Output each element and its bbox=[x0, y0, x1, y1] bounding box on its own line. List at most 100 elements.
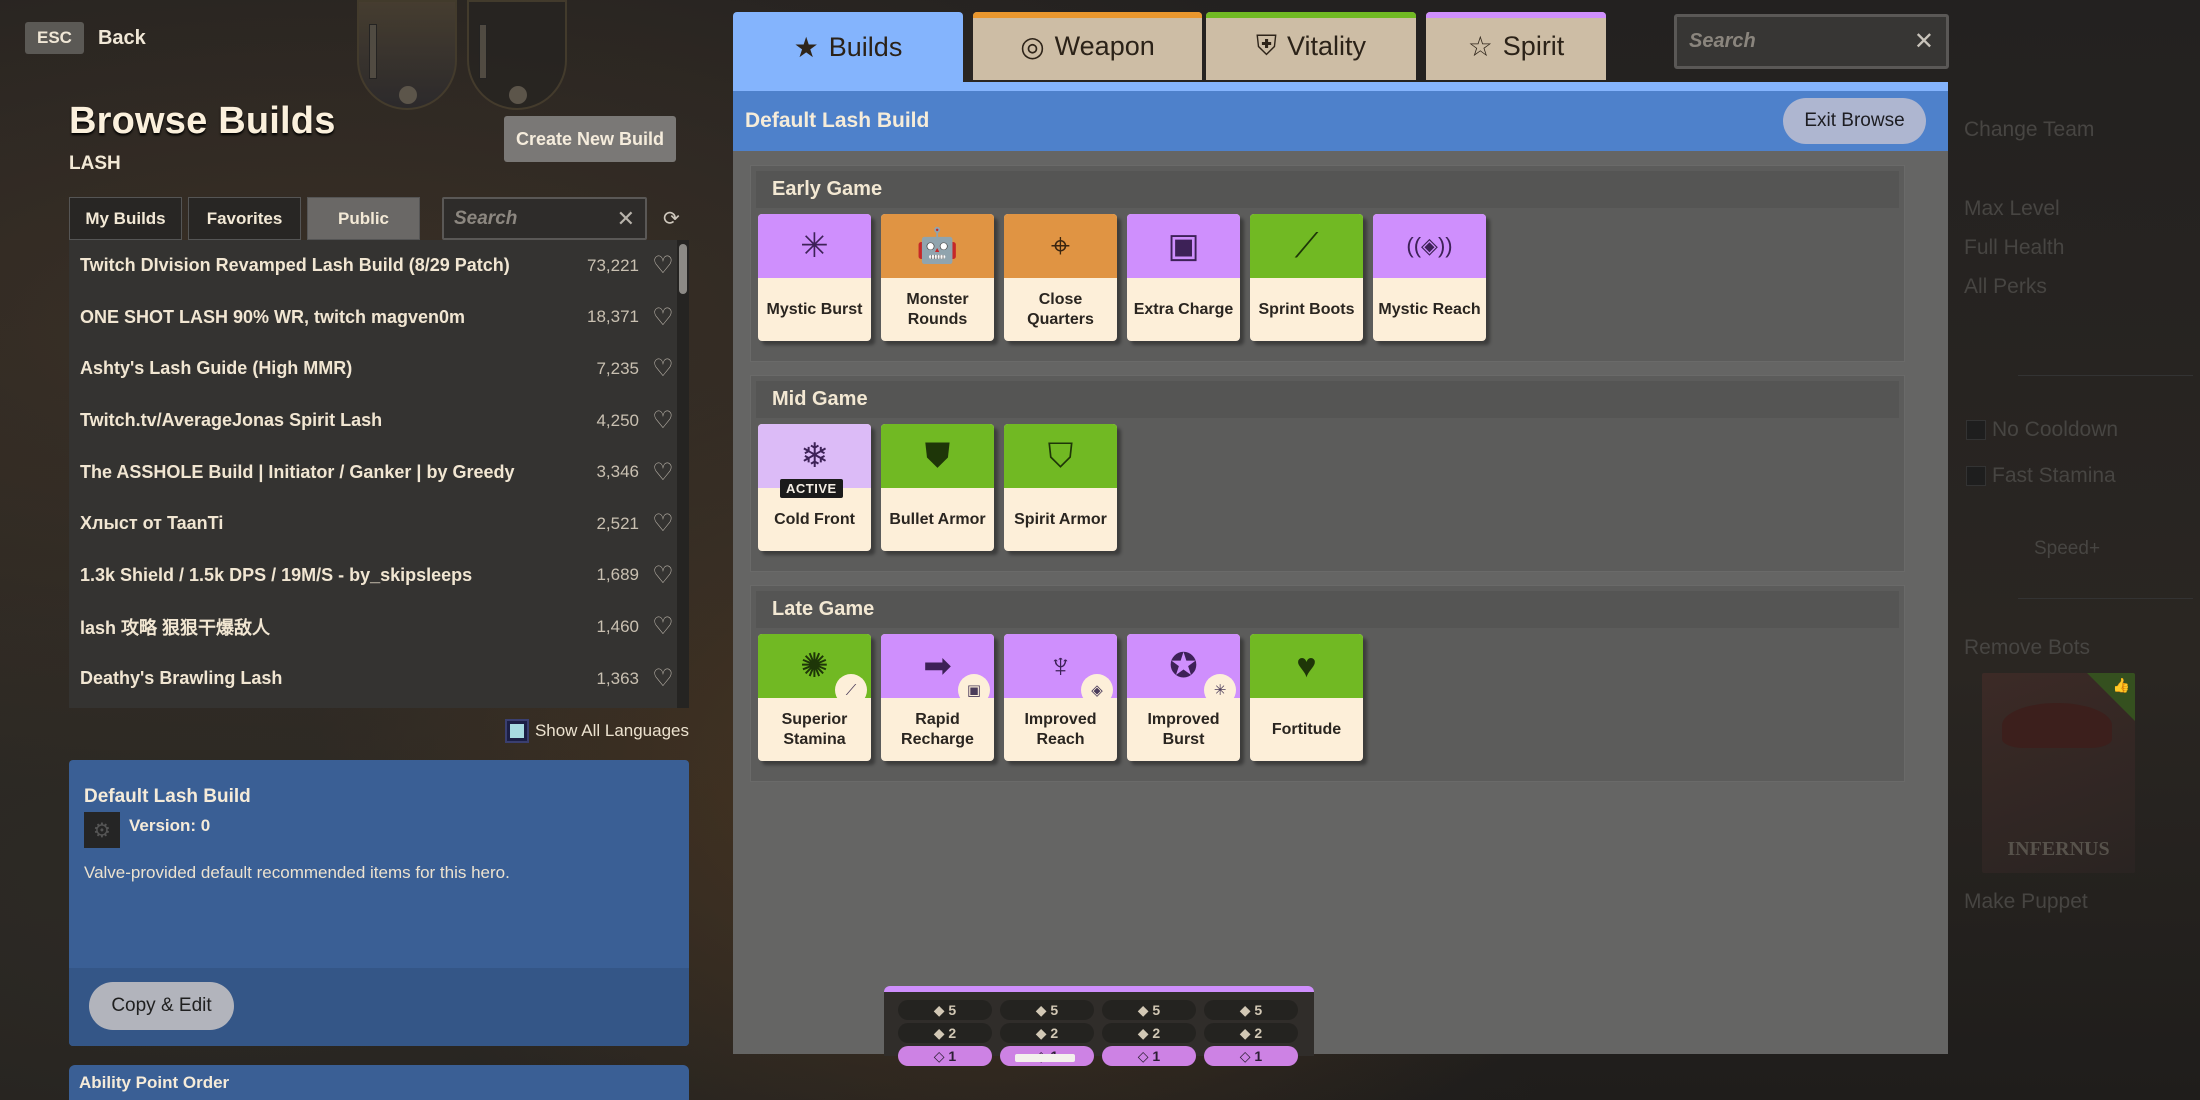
drag-handle[interactable] bbox=[1015, 1054, 1075, 1062]
build-list-item[interactable]: Хлыст от TaanTi 2,521 ♡ bbox=[69, 498, 689, 550]
heart-icon[interactable]: ♡ bbox=[649, 509, 677, 538]
heart-icon[interactable]: ♡ bbox=[649, 612, 677, 641]
heart-icon[interactable]: ♡ bbox=[649, 561, 677, 590]
tab-label: Weapon bbox=[1054, 30, 1155, 61]
ability-point-cost-selected[interactable]: ◇ 1 bbox=[1204, 1046, 1298, 1066]
tab-spirit[interactable]: ☆ Spirit bbox=[1426, 12, 1606, 80]
item-card[interactable]: ⟋ Sprint Boots bbox=[1250, 214, 1363, 341]
ability-point-cost[interactable]: ◆ 5 bbox=[1204, 1000, 1298, 1020]
heart-icon[interactable]: ♡ bbox=[649, 406, 677, 435]
no-cooldown-checkbox[interactable] bbox=[1966, 420, 1986, 440]
build-search-box: ✕ bbox=[442, 197, 647, 240]
thumbs-up-icon: 👍 bbox=[2112, 677, 2130, 693]
tab-vitality[interactable]: ⛨ Vitality bbox=[1206, 12, 1416, 80]
ability-point-cost-selected[interactable]: ◇ 1 bbox=[1102, 1046, 1196, 1066]
item-card[interactable]: ⌖ Close Quarters bbox=[1004, 214, 1117, 341]
back-button[interactable]: ESC Back bbox=[25, 22, 146, 54]
refresh-icon[interactable]: ⟳ bbox=[663, 206, 680, 231]
full-health-item[interactable]: Full Health bbox=[1964, 236, 2064, 260]
heart-icon[interactable]: ♡ bbox=[649, 354, 677, 383]
shop-search-input[interactable] bbox=[1689, 30, 1914, 53]
create-new-build-button[interactable]: Create New Build bbox=[504, 116, 676, 162]
tab-favorites[interactable]: Favorites bbox=[188, 197, 301, 240]
item-card[interactable]: 🤖 Monster Rounds bbox=[881, 214, 994, 341]
build-list-item[interactable]: ONE SHOT LASH 90% WR, twitch magven0m 18,… bbox=[69, 292, 689, 344]
shop-tabs: ★ Builds ◎ Weapon ⛨ Vitality ☆ Spirit ✕ bbox=[733, 12, 1949, 82]
favorite-count: 1,460 bbox=[596, 616, 639, 636]
item-card[interactable]: ♥ Fortitude bbox=[1250, 634, 1363, 761]
heart-icon[interactable]: ♡ bbox=[649, 664, 677, 693]
ability-point-cost-selected[interactable]: ◇ 1 bbox=[898, 1046, 992, 1066]
ability-point-cost[interactable]: ◆ 5 bbox=[1000, 1000, 1094, 1020]
no-cooldown-label: No Cooldown bbox=[1992, 418, 2119, 441]
scrollbar-thumb[interactable] bbox=[679, 244, 687, 294]
item-name: Monster Rounds bbox=[906, 290, 969, 328]
item-name: Fortitude bbox=[1271, 720, 1342, 738]
bullet-armor-icon: ⛊ bbox=[924, 437, 951, 475]
divider bbox=[2018, 598, 2193, 599]
build-list-item[interactable]: Twitch.tv/AverageJonas Spirit Lash 4,250 ♡ bbox=[69, 395, 689, 447]
item-name: Improved Burst bbox=[1147, 710, 1220, 748]
max-level-item[interactable]: Max Level bbox=[1964, 197, 2060, 221]
item-card[interactable]: ❄ ACTIVE Cold Front bbox=[758, 424, 871, 551]
make-puppet-item[interactable]: Make Puppet bbox=[1964, 890, 2088, 914]
fast-stamina-checkbox[interactable] bbox=[1966, 466, 1986, 486]
clear-search-icon[interactable]: ✕ bbox=[1914, 27, 1934, 56]
build-search-input[interactable] bbox=[454, 207, 617, 230]
show-all-languages-checkbox[interactable] bbox=[506, 721, 527, 741]
tab-accent bbox=[973, 12, 1202, 18]
ability-point-cost[interactable]: ◆ 2 bbox=[898, 1023, 992, 1043]
speed-item[interactable]: Speed+ bbox=[2034, 538, 2100, 560]
remove-bots-item[interactable]: Remove Bots bbox=[1964, 636, 2090, 660]
tab-weapon[interactable]: ◎ Weapon bbox=[973, 12, 1202, 80]
build-title: Default Lash Build bbox=[745, 109, 930, 132]
tab-public[interactable]: Public bbox=[307, 197, 420, 240]
favorite-count: 7,235 bbox=[596, 358, 639, 378]
exit-browse-button[interactable]: Exit Browse bbox=[1783, 98, 1926, 144]
section-mid-game: Mid Game ❄ ACTIVE Cold Front ⛊ Bullet Armor… bbox=[750, 375, 1905, 572]
ability-point-cost[interactable]: ◆ 2 bbox=[1000, 1023, 1094, 1043]
shop-modal: ★ Builds ◎ Weapon ⛨ Vitality ☆ Spirit ✕ … bbox=[733, 12, 1949, 1066]
ability-point-cost[interactable]: ◆ 5 bbox=[898, 1000, 992, 1020]
item-card[interactable]: ((◈)) Mystic Reach bbox=[1373, 214, 1486, 341]
item-card[interactable]: ✺ ⟋ Superior Stamina bbox=[758, 634, 871, 761]
section-late-game: Late Game ✺ ⟋ Superior Stamina ➡ ▣ Rapid Rec… bbox=[750, 585, 1905, 782]
hero-card[interactable]: 👍 INFERNUS bbox=[1982, 673, 2135, 873]
build-list-item[interactable]: Ashty's Lash Guide (High MMR) 7,235 ♡ bbox=[69, 343, 689, 395]
tab-builds[interactable]: ★ Builds bbox=[733, 12, 963, 82]
ability-point-order-card: Ability Point Order bbox=[69, 1065, 689, 1100]
build-list-item[interactable]: The ASSHOLE Build | Initiator / Ganker |… bbox=[69, 446, 689, 498]
build-list-scrollbar[interactable] bbox=[677, 240, 689, 708]
sandbox-menu: Change Team Max Level Full Health All Pe… bbox=[1948, 0, 2200, 1100]
item-card[interactable]: ▣ Extra Charge bbox=[1127, 214, 1240, 341]
clear-search-icon[interactable]: ✕ bbox=[617, 206, 635, 232]
item-card[interactable]: ⛉ Spirit Armor bbox=[1004, 424, 1117, 551]
mystic-reach-icon: ((◈)) bbox=[1406, 233, 1453, 258]
build-list-item[interactable]: Deathy's Brawling Lash 1,363 ♡ bbox=[69, 653, 689, 705]
build-list-item[interactable]: 1.3k Shield / 1.5k DPS / 19M/S - by_skip… bbox=[69, 550, 689, 602]
ability-point-cost[interactable]: ◆ 2 bbox=[1102, 1023, 1196, 1043]
heart-icon[interactable]: ♡ bbox=[649, 303, 677, 332]
ability-point-cost[interactable]: ◆ 5 bbox=[1102, 1000, 1196, 1020]
item-card[interactable]: ✳ Mystic Burst bbox=[758, 214, 871, 341]
upgrade-from-icon: ⟋ bbox=[835, 674, 867, 706]
item-card[interactable]: ⛊ Bullet Armor bbox=[881, 424, 994, 551]
item-card[interactable]: ♆ ◈ Improved Reach bbox=[1004, 634, 1117, 761]
upgrade-from-icon: ✳ bbox=[1204, 674, 1236, 706]
heart-icon[interactable]: ♡ bbox=[649, 458, 677, 487]
tab-my-builds[interactable]: My Builds bbox=[69, 197, 182, 240]
item-card[interactable]: ✪ ✳ Improved Burst bbox=[1127, 634, 1240, 761]
heart-icon[interactable]: ♡ bbox=[649, 251, 677, 280]
rapid-recharge-icon: ➡ bbox=[923, 647, 952, 685]
item-card[interactable]: ➡ ▣ Rapid Recharge bbox=[881, 634, 994, 761]
all-perks-item[interactable]: All Perks bbox=[1964, 275, 2047, 299]
ability-point-cost[interactable]: ◆ 2 bbox=[1204, 1023, 1298, 1043]
weapon-icon: ◎ bbox=[1020, 30, 1045, 62]
build-list-item[interactable]: Twitch DIvision Revamped Lash Build (8/2… bbox=[69, 240, 689, 292]
favorite-count: 2,521 bbox=[596, 513, 639, 533]
item-name: Improved Reach bbox=[1024, 710, 1097, 748]
favorite-count: 3,346 bbox=[596, 462, 639, 482]
copy-edit-button[interactable]: Copy & Edit bbox=[89, 982, 234, 1030]
change-team-item[interactable]: Change Team bbox=[1964, 118, 2094, 142]
build-list-item[interactable]: lash 攻略 狠狠干爆敌人 1,460 ♡ bbox=[69, 601, 689, 653]
